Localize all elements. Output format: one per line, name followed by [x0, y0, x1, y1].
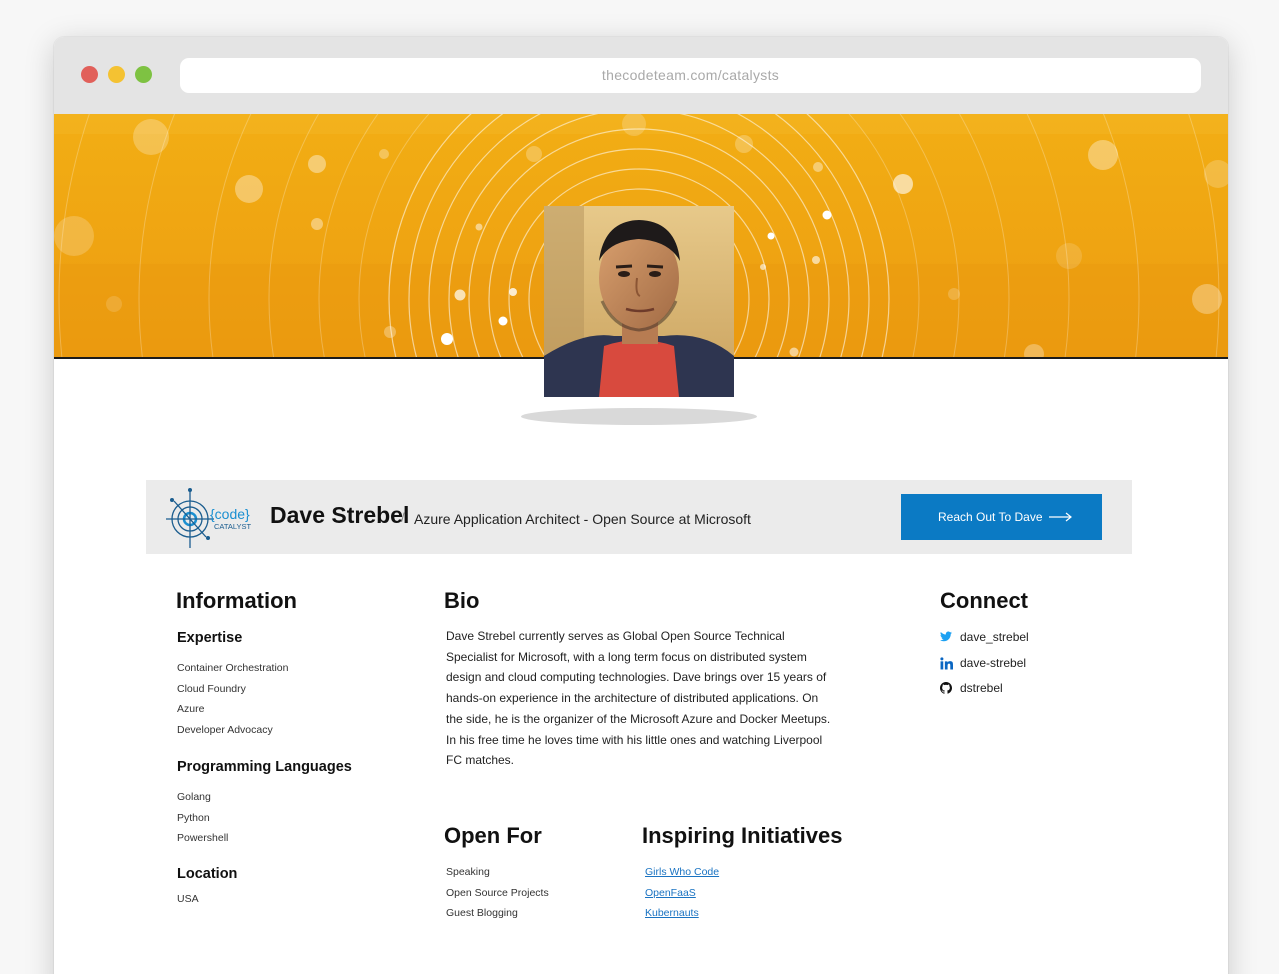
close-window-button[interactable]: [81, 66, 98, 83]
languages-heading: Programming Languages: [177, 759, 352, 775]
connect-heading: Connect: [940, 588, 1028, 613]
initiatives-heading: Inspiring Initiatives: [642, 823, 843, 848]
expertise-list: Container Orchestration Cloud Foundry Az…: [177, 658, 288, 741]
expertise-heading: Expertise: [177, 630, 243, 646]
initiatives-list: Girls Who Code OpenFaaS Kubernauts: [645, 862, 719, 924]
minimize-window-button[interactable]: [108, 66, 125, 83]
person-title: Azure Application Architect - Open Sourc…: [414, 511, 751, 527]
location-list: USA: [177, 889, 199, 910]
person-name: Dave Strebel: [270, 502, 410, 528]
list-item: Developer Advocacy: [177, 724, 273, 737]
linkedin-link[interactable]: dave-strebel: [940, 653, 1029, 679]
logo-code-text: {code}: [210, 506, 250, 522]
information-heading: Information: [176, 588, 297, 613]
open-for-list: Speaking Open Source Projects Guest Blog…: [446, 862, 549, 924]
browser-window: thecodeteam.com/catalysts {code} CATALYS…: [54, 37, 1228, 974]
address-bar[interactable]: thecodeteam.com/catalysts: [180, 58, 1201, 93]
bio-text: Dave Strebel currently serves as Global …: [446, 629, 831, 768]
browser-chrome: thecodeteam.com/catalysts: [54, 37, 1228, 114]
list-item: Container Orchestration: [177, 662, 289, 674]
list-item: Azure: [177, 703, 205, 716]
list-item: Python: [177, 811, 210, 824]
github-handle: dstrebel: [960, 681, 1003, 696]
logo-catalyst-text: CATALYST: [214, 522, 252, 531]
github-icon: [940, 682, 952, 695]
list-item: Guest Blogging: [446, 907, 518, 920]
list-item: Speaking: [446, 866, 490, 878]
profile-photo: [544, 206, 734, 397]
arrow-right-icon: [1049, 512, 1072, 522]
initiative-link-openfaas[interactable]: OpenFaaS: [645, 887, 696, 899]
location-value: USA: [177, 893, 199, 905]
list-item: Powershell: [177, 832, 229, 845]
list-item: Golang: [177, 791, 211, 803]
list-item: Open Source Projects: [446, 886, 549, 899]
linkedin-icon: [940, 657, 953, 670]
connect-list: dave_strebel dave-strebel dstrebel: [940, 627, 1029, 704]
list-item: Cloud Foundry: [177, 682, 246, 695]
maximize-window-button[interactable]: [135, 66, 152, 83]
twitter-handle: dave_strebel: [960, 630, 1029, 644]
languages-list: Golang Python Powershell: [177, 787, 228, 849]
twitter-icon: [940, 631, 952, 642]
profile-header-bar: {code} CATALYST Dave Strebel / Azure App…: [146, 480, 1132, 554]
reach-out-label: Reach Out To Dave: [938, 510, 1043, 524]
title-separator: /: [401, 510, 405, 525]
github-link[interactable]: dstrebel: [940, 678, 1029, 704]
initiative-link-kubernauts[interactable]: Kubernauts: [645, 907, 699, 919]
reach-out-button[interactable]: Reach Out To Dave: [901, 494, 1102, 540]
location-heading: Location: [177, 866, 238, 882]
bio-heading: Bio: [444, 588, 480, 613]
linkedin-handle: dave-strebel: [960, 655, 1027, 670]
initiative-link-girls-who-code[interactable]: Girls Who Code: [645, 866, 719, 878]
photo-shadow: [521, 408, 757, 425]
open-for-heading: Open For: [444, 823, 542, 848]
code-catalyst-logo: {code} CATALYST: [166, 488, 252, 548]
twitter-link[interactable]: dave_strebel: [940, 627, 1029, 653]
